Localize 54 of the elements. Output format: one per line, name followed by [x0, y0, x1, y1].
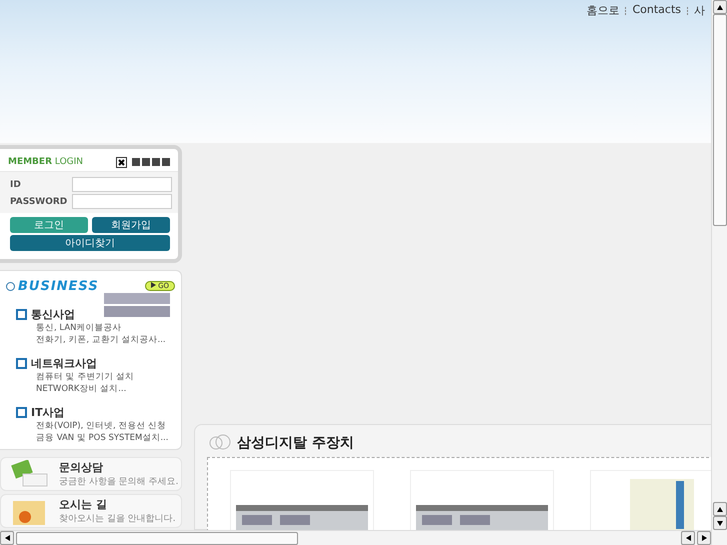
left-arrow-icon[interactable]	[3, 534, 11, 542]
field-label: PASSWORD	[10, 196, 68, 206]
field-label: ID	[10, 180, 21, 190]
business-title[interactable]: 네트워크사업	[16, 356, 175, 371]
square-icon	[16, 407, 27, 418]
section-title: 삼성디지탈 주장치	[237, 434, 354, 452]
business-text: 금융 VAN 및 POS SYSTEM설치...	[35, 432, 170, 444]
login-button[interactable]: 회원가입	[92, 217, 170, 233]
scroll-thumb[interactable]	[712, 14, 726, 226]
square-icon	[132, 158, 140, 166]
login-button[interactable]: 아이디찾기	[10, 235, 170, 251]
login-title: MEMBER LOGIN	[8, 157, 84, 167]
down-arrow-icon[interactable]	[716, 519, 724, 527]
product-card[interactable]	[590, 470, 711, 530]
nav-link[interactable]: 사	[688, 3, 711, 18]
business-text: 통신, LAN케이블공사	[35, 322, 123, 334]
separator-icon	[625, 7, 626, 15]
business-text: 전화기, 키폰, 교환기 설치공사...	[35, 334, 167, 346]
banner-title: 오시는 길	[59, 497, 108, 512]
vertical-scrollbar[interactable]	[711, 0, 727, 545]
business-title[interactable]: 통신사업	[16, 307, 175, 322]
nav-link[interactable]: Contacts	[626, 3, 687, 16]
equipment-photo	[630, 479, 694, 530]
up-arrow-icon[interactable]	[716, 505, 724, 513]
nav-link[interactable]: 홈으로	[580, 3, 626, 18]
left-arrow-icon[interactable]	[684, 534, 692, 542]
scroll-thumb[interactable]	[16, 532, 298, 544]
right-arrow-icon[interactable]	[700, 534, 708, 542]
square-icon	[162, 158, 170, 166]
play-icon	[151, 282, 156, 288]
business-logo: BUSINESS	[18, 278, 100, 294]
server-drawing	[104, 291, 172, 319]
input-field[interactable]	[72, 177, 172, 192]
close-icon[interactable]	[116, 156, 127, 168]
product-card[interactable]	[230, 470, 374, 530]
product-card[interactable]	[410, 470, 554, 530]
business-text: NETWORK장비 설치...	[35, 383, 128, 395]
banner-title: 문의상담	[59, 460, 104, 475]
business-text: 컴퓨터 및 주변기기 설치	[35, 371, 136, 383]
banner[interactable]: 오시는 길 찾아오시는 길을 안내합니다.	[0, 494, 182, 528]
input-field[interactable]	[72, 194, 172, 209]
business-title[interactable]: IT사업	[16, 405, 175, 420]
horizontal-scrollbar[interactable]	[0, 530, 711, 545]
square-icon	[152, 158, 160, 166]
banner-text: 궁금한 사항을 문의해 주세요.	[59, 476, 178, 488]
square-icon	[142, 158, 150, 166]
business-text: 전화(VOIP), 인터넷, 전용선 신청	[35, 420, 168, 432]
square-icon	[16, 358, 27, 369]
circle-icon	[6, 282, 15, 290]
banner-text: 찾아오시는 길을 안내합니다.	[59, 513, 176, 525]
square-icon	[16, 309, 27, 320]
up-arrow-icon[interactable]	[716, 3, 724, 11]
separator-icon	[687, 7, 688, 15]
banner[interactable]: 문의상담 궁금한 사항을 문의해 주세요.	[0, 457, 182, 491]
